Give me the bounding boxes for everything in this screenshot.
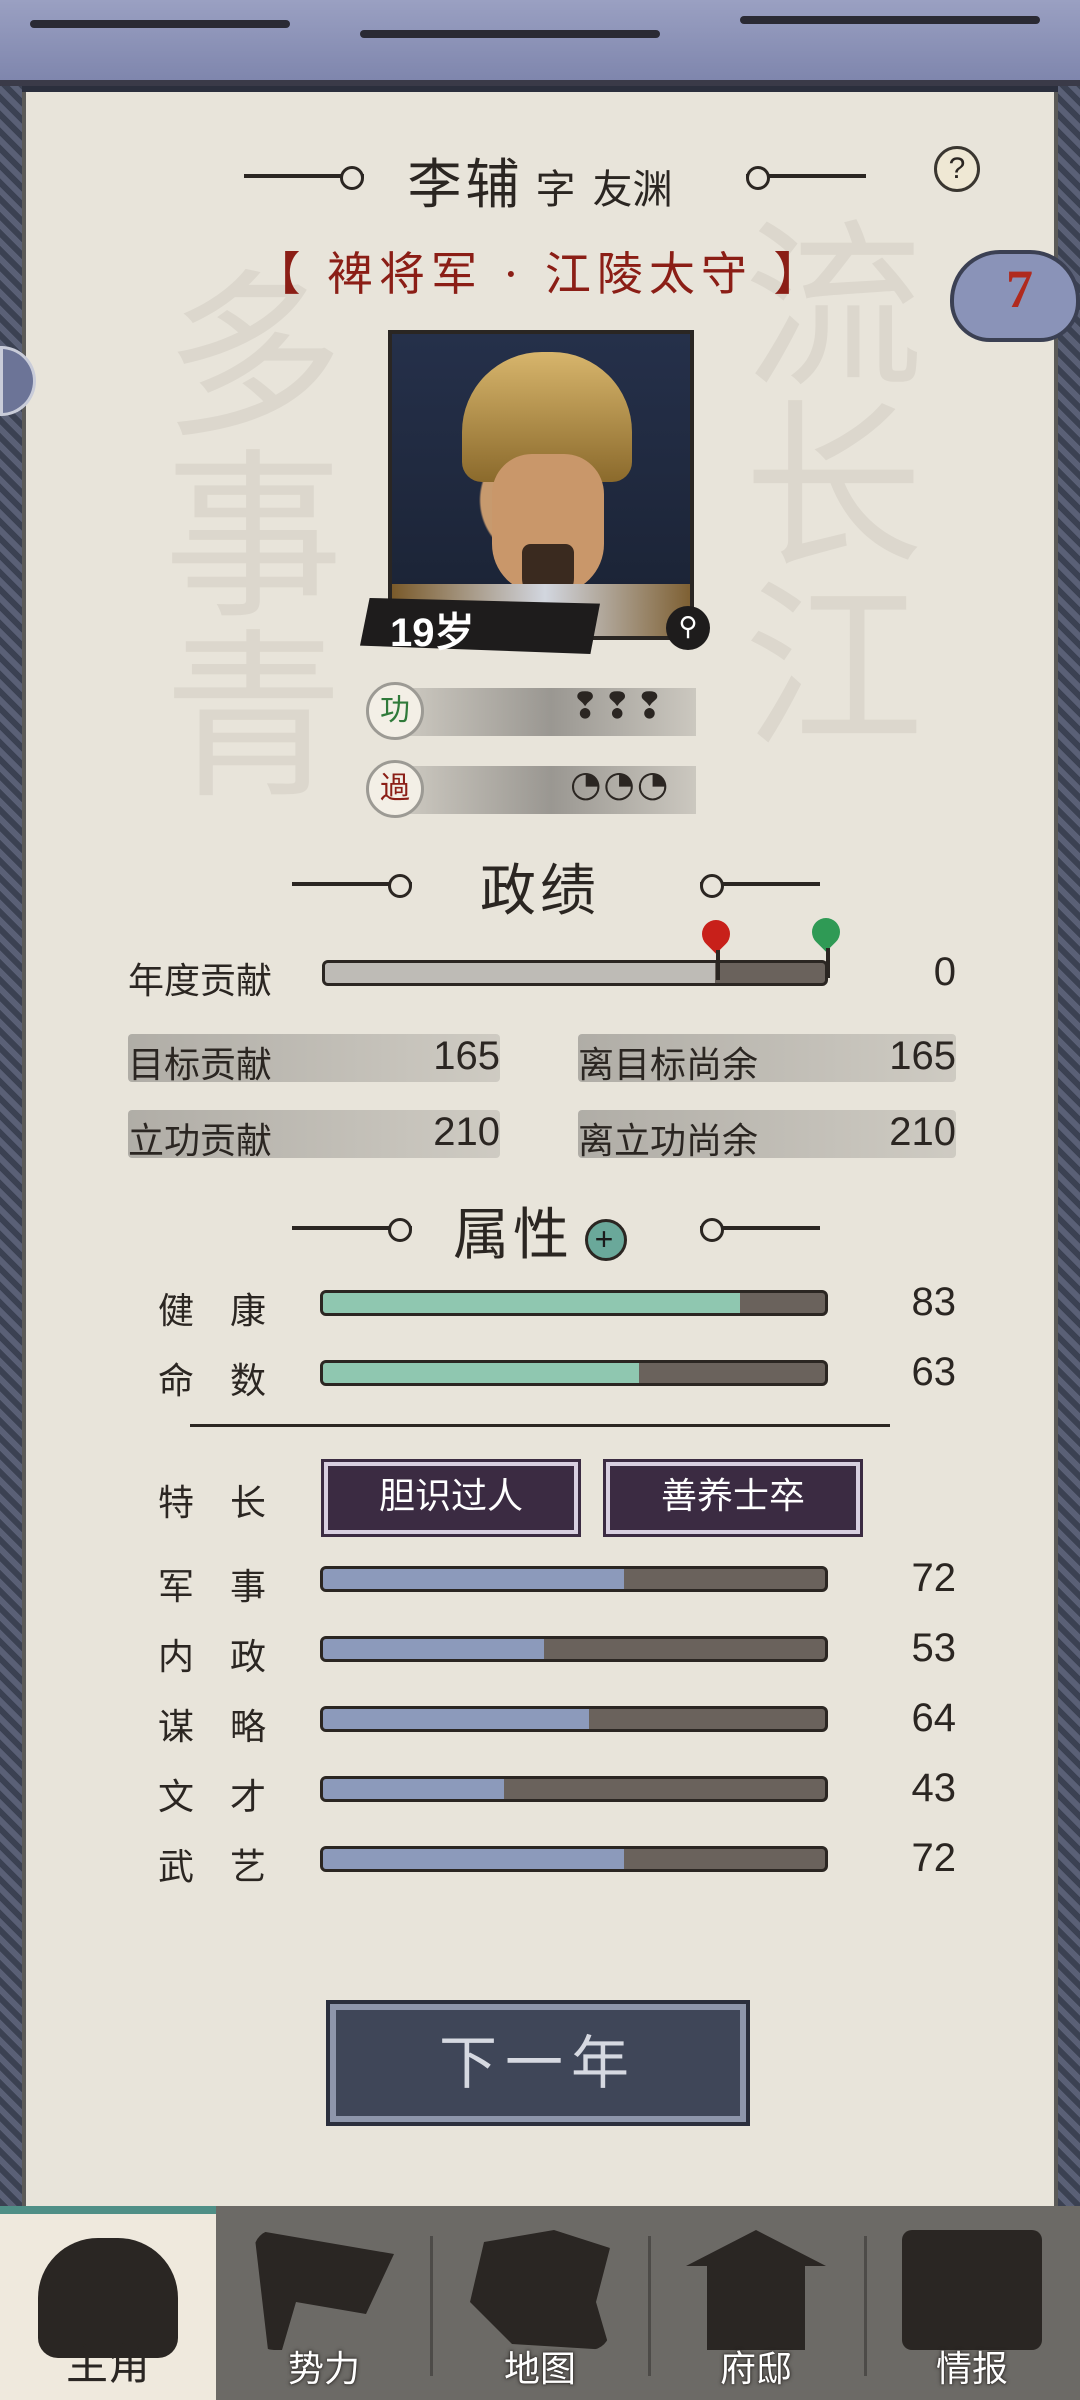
decor-swirl	[360, 30, 660, 38]
annual-contribution-bar	[322, 960, 828, 986]
decor-swirl	[740, 16, 1040, 24]
bottom-nav: 主角 势力 地图 府邸 情报	[0, 2206, 1080, 2400]
stat-value: 43	[911, 1766, 957, 1810]
remain-target-label: 离目标尚余	[578, 1045, 759, 1086]
nav-label: 地图	[503, 2349, 576, 2390]
stat-fill	[323, 1639, 544, 1659]
attributes-title-row: 属性 +	[0, 1190, 1080, 1271]
traits-label: 特 长	[158, 1483, 267, 1524]
fate-bar	[320, 1360, 828, 1386]
stat-fill	[323, 1779, 504, 1799]
help-icon: ?	[948, 152, 966, 185]
health-value: 83	[911, 1280, 957, 1324]
remain-merit-value: 210	[889, 1110, 956, 1154]
character-age: 19岁	[390, 611, 475, 655]
flag-icon	[254, 2230, 394, 2350]
courtesy-name: 友渊	[592, 167, 673, 213]
merit-row: 功 ❢❢❢	[366, 682, 696, 742]
performance-title: 政绩	[480, 859, 600, 924]
nav-tab-faction[interactable]: 势力	[216, 2206, 432, 2400]
official-title: 【 裨将军 · 江陵太守 】	[254, 247, 826, 301]
demerit-icon: 過	[366, 760, 424, 818]
attributes-title: 属性	[453, 1203, 573, 1268]
stat-value: 72	[911, 1836, 957, 1880]
annual-contribution-label: 年度贡献	[128, 961, 273, 1002]
stat-value: 53	[911, 1626, 957, 1670]
nav-tab-hero[interactable]: 主角	[0, 2206, 216, 2400]
zoom-icon[interactable]: ⚲	[666, 606, 710, 650]
demerit-row: 過 ◔◔◔	[366, 760, 696, 820]
fate-fill	[323, 1363, 640, 1383]
add-attribute-plus-icon[interactable]: +	[585, 1218, 627, 1261]
health-fill	[323, 1293, 740, 1313]
target-contribution-label: 目标贡献	[128, 1045, 273, 1086]
health-label: 健 康	[158, 1291, 267, 1332]
merit-contribution-label: 立功贡献	[128, 1121, 273, 1162]
trait-badge[interactable]: 胆识过人	[321, 1459, 581, 1537]
stat-bar	[320, 1706, 828, 1732]
nav-tab-mansion[interactable]: 府邸	[648, 2206, 864, 2400]
stat-value: 64	[911, 1696, 957, 1740]
stat-label: 谋 略	[158, 1707, 267, 1748]
mansion-icon	[686, 2230, 826, 2350]
merit-icon: 功	[366, 682, 424, 740]
stat-bar	[320, 1636, 828, 1662]
demerit-marks: ◔◔◔	[570, 764, 671, 805]
badge-count: 7	[1006, 259, 1033, 319]
stat-label: 武 艺	[158, 1847, 267, 1888]
map-icon	[470, 2230, 610, 2350]
help-button[interactable]: ?	[934, 146, 980, 192]
nav-label: 主角	[65, 2340, 150, 2389]
stat-fill	[323, 1569, 625, 1589]
right-frame	[1058, 86, 1080, 2206]
background-calligraphy: 多事青	[132, 262, 341, 802]
attributes-divider	[190, 1424, 890, 1427]
character-name-row: 李辅字 友渊	[0, 140, 1080, 219]
stat-bar	[320, 1776, 828, 1802]
stat-label: 文 才	[158, 1777, 267, 1818]
nav-tab-intel[interactable]: 情报	[864, 2206, 1080, 2400]
health-bar	[320, 1290, 828, 1316]
stat-label: 军 事	[158, 1567, 267, 1608]
annual-contribution-fill	[325, 963, 715, 983]
nav-tab-map[interactable]: 地图	[432, 2206, 648, 2400]
character-portrait[interactable]	[388, 330, 694, 640]
top-decor-band	[0, 0, 1080, 86]
nav-label: 情报	[935, 2349, 1008, 2390]
remain-merit-label: 离立功尚余	[578, 1121, 759, 1162]
next-year-button[interactable]: 下一年	[326, 2000, 750, 2126]
notification-cloud-badge[interactable]: 7	[950, 250, 1080, 342]
target-contribution-value: 165	[433, 1034, 500, 1078]
fate-value: 63	[911, 1350, 957, 1394]
stat-fill	[323, 1849, 625, 1869]
character-name: 李辅	[407, 153, 524, 216]
fate-label: 命 数	[158, 1361, 267, 1402]
stat-label: 内 政	[158, 1637, 267, 1678]
stat-value: 72	[911, 1556, 957, 1600]
merit-marks: ❢❢❢	[570, 686, 667, 727]
scroll-icon	[902, 2230, 1042, 2350]
stat-fill	[323, 1709, 590, 1729]
courtesy-prefix: 字	[535, 167, 576, 213]
stat-bar	[320, 1846, 828, 1872]
target-marker-stem	[716, 950, 720, 980]
trait-badge[interactable]: 善养士卒	[603, 1459, 863, 1537]
nav-label: 府邸	[719, 2349, 792, 2390]
merit-contribution-value: 210	[433, 1110, 500, 1154]
remain-target-value: 165	[889, 1034, 956, 1078]
nav-label: 势力	[287, 2349, 360, 2390]
annual-contribution-value: 0	[933, 950, 956, 994]
merit-marker-stem	[826, 948, 830, 978]
stat-bar	[320, 1566, 828, 1592]
decor-swirl	[30, 20, 290, 28]
